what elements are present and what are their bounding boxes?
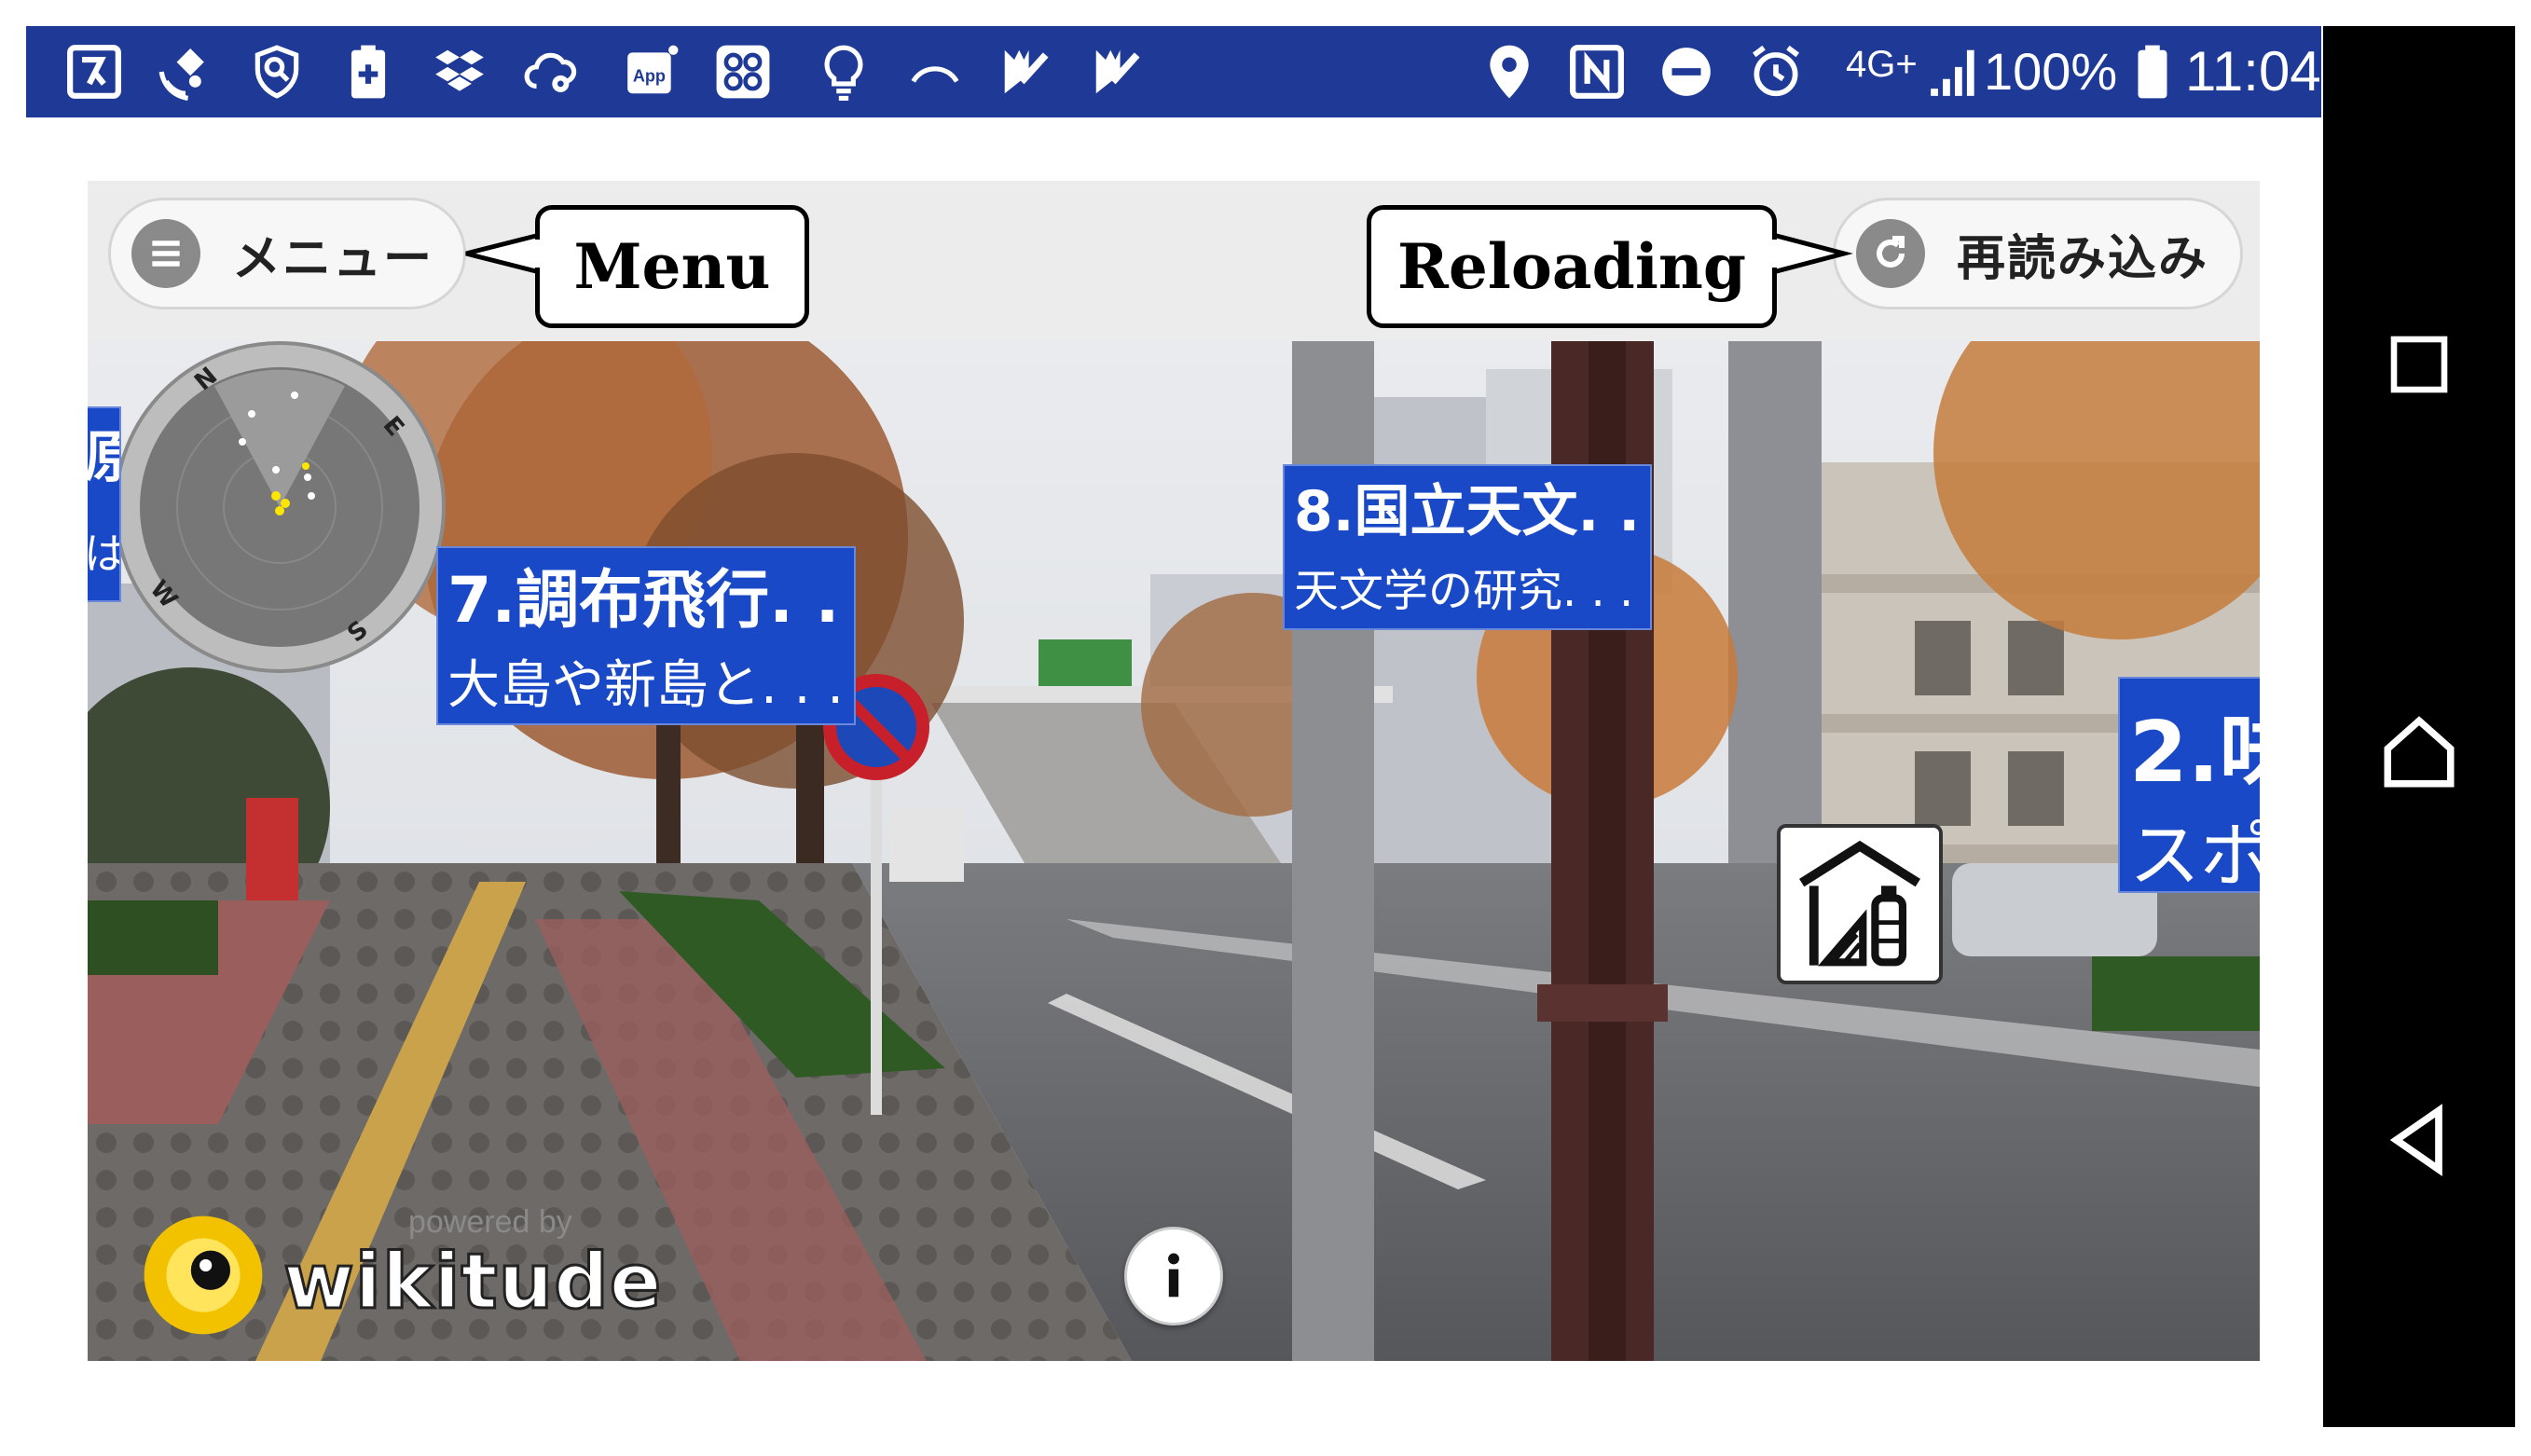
info-button[interactable] xyxy=(1124,1227,1223,1326)
check-flag-icon xyxy=(997,43,1055,101)
shield-search-icon xyxy=(248,43,306,101)
poi-label-harajuku[interactable]: 原宿 は xyxy=(88,406,121,602)
home-button[interactable] xyxy=(2370,703,2469,802)
poi-subtitle: は xyxy=(88,520,119,582)
battery-percent: 100% xyxy=(1984,42,2118,101)
nfc-icon xyxy=(1568,43,1626,101)
satellite-icon xyxy=(157,43,214,101)
recent-apps-icon xyxy=(2390,336,2448,393)
poi-label-national-observatory[interactable]: 8.国立天文. . . 天文学の研究. . . xyxy=(1283,464,1652,630)
app-header: メニュー 再読み込み xyxy=(88,181,2260,341)
callout-joint xyxy=(535,240,543,268)
check-flag-icon xyxy=(1089,43,1147,101)
app-icon: App xyxy=(623,43,681,101)
recent-apps-button[interactable] xyxy=(2370,315,2469,414)
reload-button[interactable]: 再読み込み xyxy=(1833,198,2243,309)
battery-icon xyxy=(2124,43,2181,101)
status-bar: App 4G+ 100% 11:04 xyxy=(26,26,2321,117)
poi-subtitle: スポ xyxy=(2129,814,2260,893)
arc-icon xyxy=(906,43,964,101)
poi-title: 8.国立天文. . . xyxy=(1294,479,1652,544)
back-icon xyxy=(2389,1104,2442,1176)
navigation-bar xyxy=(2323,26,2515,1427)
annotation-reloading: Reloading xyxy=(1367,205,1777,328)
poi-label-chofu-airport[interactable]: 7.調布飛行. . . 大島や新島と. . . xyxy=(436,546,856,725)
location-pin-icon xyxy=(1480,43,1538,101)
lightbulb-icon xyxy=(815,43,873,101)
wikitude-logo-icon xyxy=(144,1216,263,1335)
wikitude-branding: powered by wikitude xyxy=(142,1204,664,1342)
svg-text:App: App xyxy=(633,66,666,85)
annotation-menu: Menu xyxy=(535,205,809,328)
poi-marker[interactable] xyxy=(1777,824,1943,984)
radar-compass[interactable]: N E S W xyxy=(112,341,447,675)
poi-subtitle: 大島や新島と. . . xyxy=(447,655,845,716)
signal-icon xyxy=(1926,43,1984,101)
grid-icon xyxy=(714,43,772,101)
reload-label: 再読み込み xyxy=(1957,230,2209,287)
shelter-water-bottle-icon xyxy=(1799,840,1920,967)
home-icon xyxy=(2384,716,2455,788)
poi-label-aji[interactable]: 2.味 スポ xyxy=(2118,677,2260,893)
hamburger-icon xyxy=(131,219,200,288)
network-type: 4G+ xyxy=(1846,44,1918,85)
refresh-icon xyxy=(1856,219,1925,288)
poi-title: 2.味 xyxy=(2129,704,2260,802)
do-not-disturb-icon xyxy=(1658,43,1715,101)
cloud-gear-icon xyxy=(522,43,580,101)
poi-title: 7.調布飛行. . . xyxy=(447,564,856,638)
back-button[interactable] xyxy=(2370,1091,2469,1189)
alarm-clock-icon xyxy=(1747,43,1805,101)
clock-time: 11:04 xyxy=(2185,40,2321,103)
battery-plus-icon xyxy=(339,43,397,101)
callout-joint xyxy=(1768,240,1777,268)
menu-button[interactable]: メニュー xyxy=(108,198,466,309)
poi-subtitle: 天文学の研究. . . xyxy=(1294,565,1634,617)
dropbox-icon xyxy=(431,43,488,101)
r-box-icon xyxy=(65,43,123,101)
wikitude-wordmark: wikitude xyxy=(282,1237,663,1328)
info-icon xyxy=(1168,1253,1179,1298)
powered-by-text: powered by xyxy=(408,1204,572,1240)
poi-title: 原宿 xyxy=(88,412,119,493)
menu-label: メニュー xyxy=(232,230,434,287)
